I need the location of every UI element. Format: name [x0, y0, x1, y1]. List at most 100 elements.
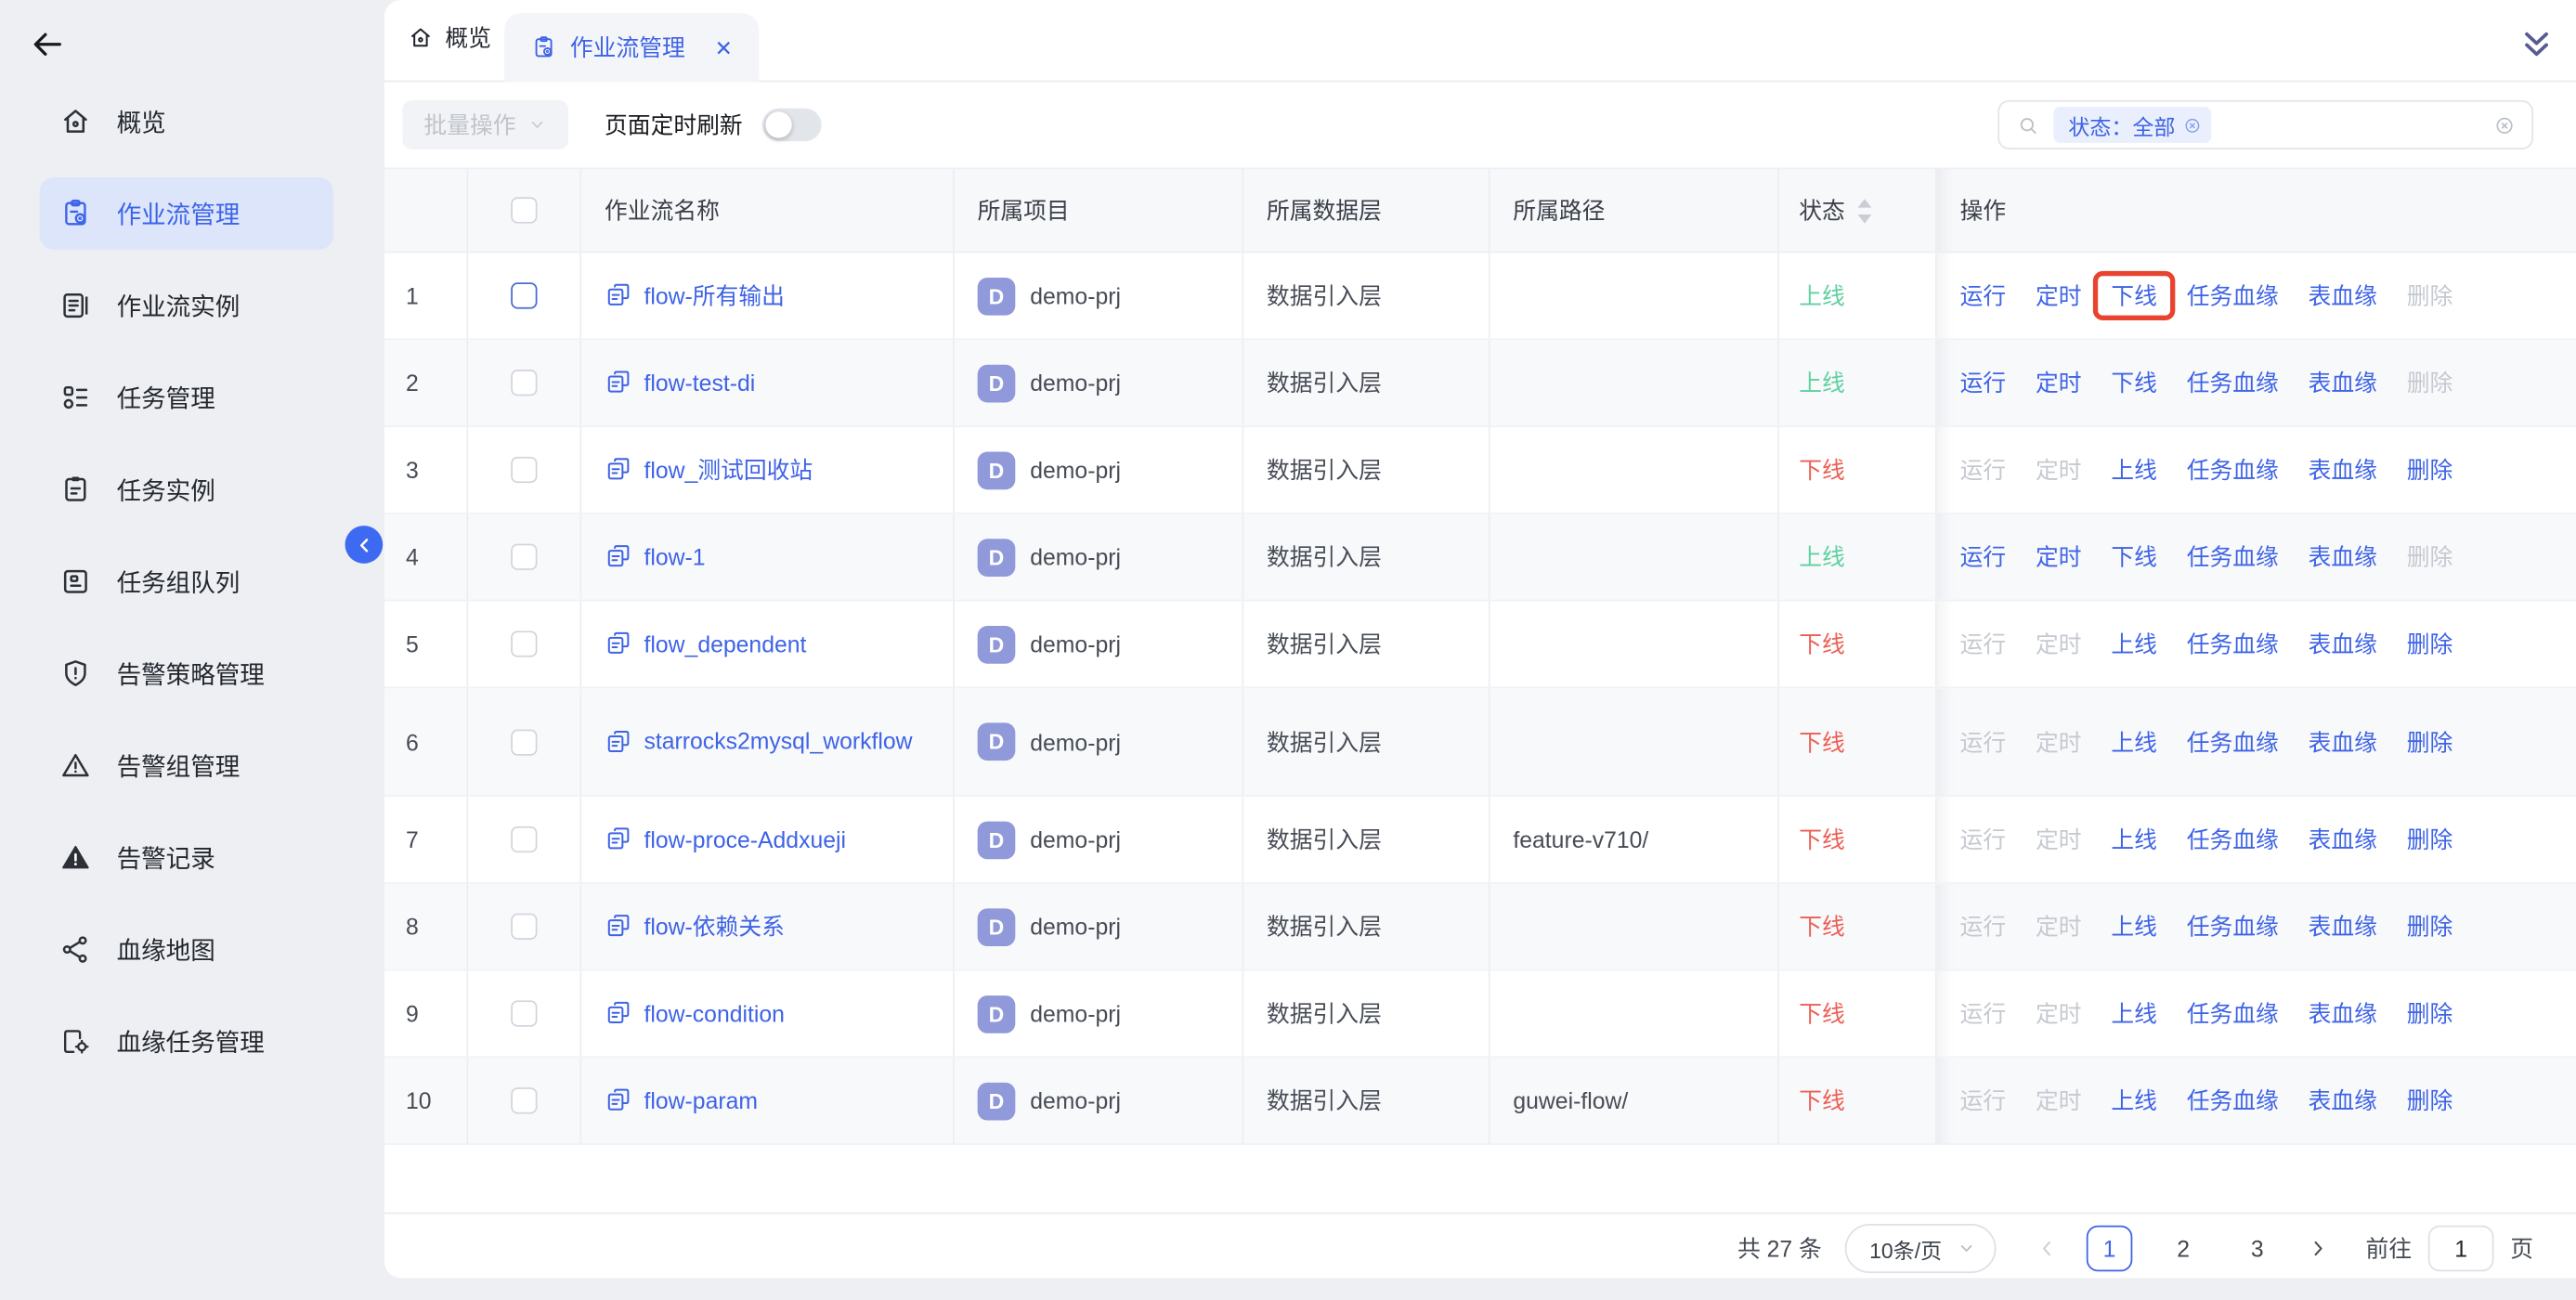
workflow-name-link[interactable]: flow_dependent — [644, 628, 807, 661]
action-table-lineage[interactable]: 表血缘 — [2309, 823, 2377, 855]
row-checkbox[interactable] — [511, 457, 537, 483]
action-table-lineage[interactable]: 表血缘 — [2309, 453, 2377, 486]
workflow-name-link[interactable]: flow-condition — [644, 997, 785, 1031]
workflow-name-link[interactable]: flow_测试回收站 — [644, 453, 813, 487]
action-online[interactable]: 上线 — [2111, 910, 2157, 942]
table-row: 3flow_测试回收站Ddemo-prj数据引入层下线运行定时上线任务血缘表血缘… — [384, 427, 2576, 514]
page-button-3[interactable]: 3 — [2234, 1226, 2281, 1272]
action-delete[interactable]: 删除 — [2407, 725, 2453, 758]
row-checkbox[interactable] — [511, 826, 537, 852]
action-online[interactable]: 上线 — [2111, 453, 2157, 486]
action-schedule[interactable]: 定时 — [2036, 280, 2082, 312]
action-task-lineage[interactable]: 任务血缘 — [2187, 997, 2279, 1030]
sidebar-item-task-group-queue[interactable]: 任务组队列 — [39, 545, 333, 618]
action-table-lineage[interactable]: 表血缘 — [2309, 280, 2377, 312]
workflow-name-link[interactable]: flow-proce-Addxueji — [644, 823, 847, 856]
sidebar-item-label: 告警策略管理 — [117, 656, 265, 691]
action-table-lineage[interactable]: 表血缘 — [2309, 910, 2377, 942]
action-online[interactable]: 上线 — [2111, 1085, 2157, 1117]
row-checkbox[interactable] — [511, 544, 537, 570]
action-schedule[interactable]: 定时 — [2036, 367, 2082, 399]
back-button[interactable] — [26, 23, 69, 66]
workflow-name-link[interactable]: starrocks2mysql_workflow — [644, 725, 913, 759]
action-delete[interactable]: 删除 — [2407, 1085, 2453, 1117]
table-row: 9flow-conditionDdemo-prj数据引入层下线运行定时上线任务血… — [384, 971, 2576, 1059]
page-size-select[interactable]: 10条/页 — [1845, 1224, 1997, 1273]
action-table-lineage[interactable]: 表血缘 — [2309, 997, 2377, 1030]
clipboard-icon — [59, 474, 92, 506]
action-table-lineage[interactable]: 表血缘 — [2309, 540, 2377, 573]
action-task-lineage[interactable]: 任务血缘 — [2187, 540, 2279, 573]
sidebar-item-alert-records[interactable]: 告警记录 — [39, 822, 333, 894]
sidebar-item-task-instances[interactable]: 任务实例 — [39, 453, 333, 526]
search-input[interactable]: 状态：全部 — [1997, 100, 2533, 150]
action-task-lineage[interactable]: 任务血缘 — [2187, 453, 2279, 486]
row-checkbox[interactable] — [511, 914, 537, 940]
select-all-checkbox[interactable] — [511, 197, 537, 223]
row-checkbox[interactable] — [511, 1087, 537, 1113]
sidebar-item-task-management[interactable]: 任务管理 — [39, 361, 333, 434]
row-checkbox[interactable] — [511, 282, 537, 308]
sidebar-item-alert-policy-management[interactable]: 告警策略管理 — [39, 637, 333, 709]
action-task-lineage[interactable]: 任务血缘 — [2187, 367, 2279, 399]
workflow-name-link[interactable]: flow-1 — [644, 540, 706, 574]
action-offline[interactable]: 下线 — [2111, 540, 2157, 573]
row-checkbox[interactable] — [511, 1000, 537, 1026]
action-delete[interactable]: 删除 — [2407, 997, 2453, 1030]
action-delete[interactable]: 删除 — [2407, 910, 2453, 942]
sidebar-item-lineage-map[interactable]: 血缘地图 — [39, 914, 333, 986]
workflow-name-link[interactable]: flow-test-di — [644, 366, 756, 399]
action-task-lineage[interactable]: 任务血缘 — [2187, 628, 2279, 660]
double-chevron-down-icon[interactable] — [2518, 26, 2555, 62]
sidebar-collapse-button[interactable] — [345, 526, 384, 564]
sidebar-item-workflow-management[interactable]: 作业流管理 — [39, 177, 333, 250]
auto-refresh-toggle[interactable] — [762, 109, 822, 141]
row-checkbox[interactable] — [511, 630, 537, 656]
action-schedule[interactable]: 定时 — [2036, 540, 2082, 573]
next-page-button[interactable] — [2307, 1237, 2330, 1260]
action-offline[interactable]: 下线 — [2111, 282, 2157, 308]
action-task-lineage[interactable]: 任务血缘 — [2187, 910, 2279, 942]
action-task-lineage[interactable]: 任务血缘 — [2187, 823, 2279, 855]
action-delete[interactable]: 删除 — [2407, 453, 2453, 486]
close-tab-icon[interactable]: ✕ — [715, 37, 733, 58]
action-online[interactable]: 上线 — [2111, 628, 2157, 660]
workflow-name-link[interactable]: flow-所有输出 — [644, 279, 785, 312]
action-table-lineage[interactable]: 表血缘 — [2309, 725, 2377, 758]
action-schedule: 定时 — [2036, 997, 2082, 1030]
page-button-1[interactable]: 1 — [2087, 1226, 2133, 1272]
remove-filter-icon[interactable] — [2181, 114, 2203, 136]
goto-page-input[interactable] — [2428, 1226, 2494, 1272]
sidebar-item-alert-group-management[interactable]: 告警组管理 — [39, 729, 333, 801]
action-run[interactable]: 运行 — [1960, 540, 2007, 573]
tab-workflow-management[interactable]: 作业流管理 ✕ — [504, 13, 759, 82]
action-task-lineage[interactable]: 任务血缘 — [2187, 280, 2279, 312]
action-online[interactable]: 上线 — [2111, 725, 2157, 758]
page-button-2[interactable]: 2 — [2160, 1226, 2206, 1272]
action-table-lineage[interactable]: 表血缘 — [2309, 367, 2377, 399]
prev-page-button[interactable] — [2036, 1237, 2059, 1260]
workflow-name-link[interactable]: flow-param — [644, 1084, 759, 1117]
status-filter-tag[interactable]: 状态：全部 — [2053, 107, 2211, 143]
clear-search-icon[interactable] — [2492, 112, 2517, 137]
action-run[interactable]: 运行 — [1960, 367, 2007, 399]
action-run[interactable]: 运行 — [1960, 280, 2007, 312]
workflow-name-link[interactable]: flow-依赖关系 — [644, 910, 785, 943]
action-task-lineage[interactable]: 任务血缘 — [2187, 725, 2279, 758]
sidebar-item-workflow-instances[interactable]: 作业流实例 — [39, 269, 333, 342]
action-table-lineage[interactable]: 表血缘 — [2309, 628, 2377, 660]
action-offline[interactable]: 下线 — [2111, 367, 2157, 399]
goto-suffix: 页 — [2510, 1232, 2533, 1265]
row-checkbox[interactable] — [511, 370, 537, 396]
sort-icon[interactable] — [1856, 196, 1873, 224]
action-delete[interactable]: 删除 — [2407, 823, 2453, 855]
action-table-lineage[interactable]: 表血缘 — [2309, 1085, 2377, 1117]
action-online[interactable]: 上线 — [2111, 823, 2157, 855]
action-online[interactable]: 上线 — [2111, 997, 2157, 1030]
row-checkbox[interactable] — [511, 729, 537, 755]
action-delete[interactable]: 删除 — [2407, 628, 2453, 660]
sidebar-item-overview[interactable]: 概览 — [39, 85, 333, 158]
tab-overview[interactable]: 概览 — [408, 21, 491, 54]
action-task-lineage[interactable]: 任务血缘 — [2187, 1085, 2279, 1117]
sidebar-item-lineage-task-management[interactable]: 血缘任务管理 — [39, 1006, 333, 1078]
